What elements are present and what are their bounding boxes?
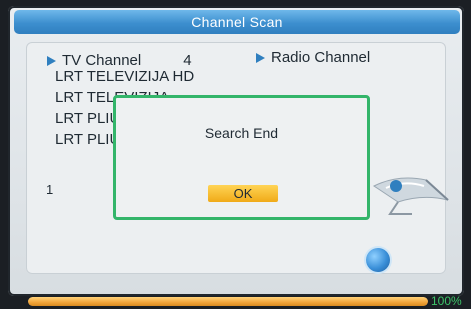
page-title: Channel Scan: [14, 10, 460, 34]
tv-channel-header: TV Channel 4: [47, 52, 192, 69]
ok-button[interactable]: OK: [208, 185, 278, 202]
progress-percent: 100%: [431, 294, 462, 308]
tv-channel-count: 4: [183, 52, 192, 69]
dialog-message: Search End: [204, 125, 279, 141]
search-end-dialog: Search End OK: [113, 95, 370, 220]
progress-fill: [28, 297, 428, 306]
list-item: LRT TELEVIZIJA HD: [55, 68, 195, 85]
radio-channel-label: Radio Channel: [271, 49, 371, 66]
tv-channel-label: TV Channel: [62, 52, 142, 69]
radio-count: 1: [46, 182, 54, 197]
play-triangle-icon: [47, 55, 56, 66]
globe-icon: [366, 248, 390, 272]
scan-progress-bar: [28, 297, 428, 306]
play-triangle-icon: [256, 52, 265, 63]
satellite-dish-icon: [373, 177, 449, 215]
radio-channel-header: Radio Channel: [256, 49, 370, 66]
